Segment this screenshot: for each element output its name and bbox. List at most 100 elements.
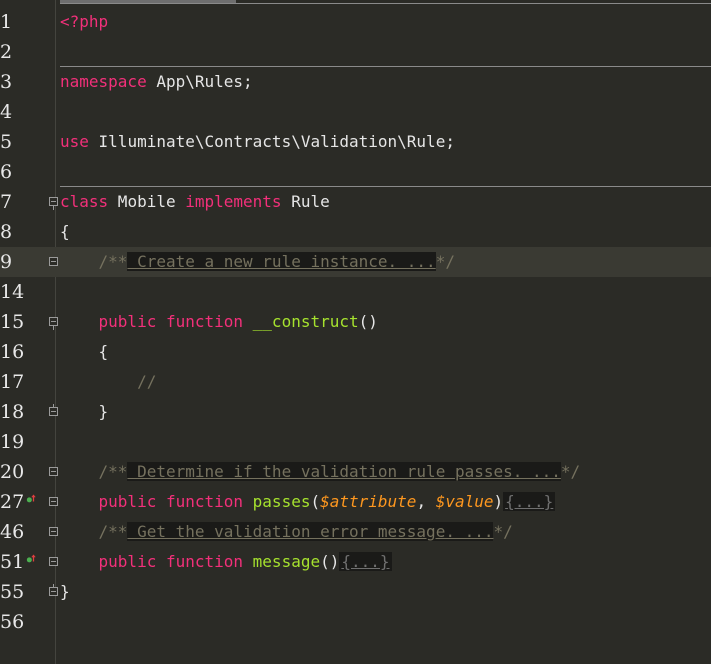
code-line[interactable]: 15 public function __construct()	[0, 307, 711, 337]
code-token: passes	[243, 492, 311, 511]
folded-docblock[interactable]: Create a new rule instance. ...	[127, 252, 436, 271]
code-token: public	[60, 312, 157, 331]
line-number: 8	[0, 221, 13, 243]
code-text[interactable]: }	[60, 397, 109, 427]
folded-region[interactable]: {...}	[339, 552, 392, 571]
code-token: public	[60, 552, 157, 571]
line-number: 56	[0, 611, 25, 633]
code-token: /**	[60, 522, 128, 541]
code-line[interactable]: 18 }	[0, 397, 711, 427]
code-line[interactable]: 8{	[0, 217, 711, 247]
code-line[interactable]: 19	[0, 427, 711, 457]
code-text[interactable]: //	[60, 367, 156, 397]
line-number: 17	[0, 371, 25, 393]
line-number: 7	[0, 191, 13, 213]
code-line[interactable]: 7 class Mobile implements Rule	[0, 187, 711, 217]
line-number: 3	[0, 71, 13, 93]
code-line[interactable]: 1 <?php	[0, 7, 711, 37]
code-token: }	[60, 582, 70, 601]
code-line[interactable]: 56	[0, 607, 711, 637]
folded-region[interactable]: {...}	[503, 492, 556, 511]
code-text[interactable]: public function passes($attribute, $valu…	[60, 487, 556, 517]
code-line[interactable]: 16 {	[0, 337, 711, 367]
code-token: implements	[185, 192, 282, 211]
code-line[interactable]: 51 public function message() {...}	[0, 547, 711, 577]
code-line[interactable]: 4	[0, 97, 711, 127]
code-token: )	[493, 492, 504, 511]
code-token: //	[60, 372, 157, 391]
fold-toggle-icon[interactable]	[49, 557, 58, 566]
code-line[interactable]: 17 //	[0, 367, 711, 397]
code-token: ()	[358, 312, 378, 331]
line-number: 2	[0, 41, 13, 63]
code-text[interactable]: namespace App\Rules;	[60, 67, 253, 97]
code-line[interactable]: 27 public function passes($attribute, $v…	[0, 487, 711, 517]
code-line[interactable]: 55}	[0, 577, 711, 607]
code-line[interactable]: 46 /** Get the validation error message.…	[0, 517, 711, 547]
fold-toggle-icon[interactable]	[49, 257, 58, 266]
line-number: 1	[0, 11, 13, 33]
fold-toggle-icon[interactable]	[49, 584, 58, 596]
code-text[interactable]: /** Determine if the validation rule pas…	[60, 457, 580, 487]
line-number: 46	[0, 521, 25, 543]
code-token: }	[60, 402, 109, 421]
code-token: Rule	[281, 192, 330, 211]
code-token: function	[165, 492, 244, 511]
fold-toggle-icon[interactable]	[49, 317, 58, 330]
code-token: /**	[60, 462, 128, 481]
code-token: Mobile	[108, 192, 186, 211]
fold-toggle-icon[interactable]	[49, 197, 58, 210]
code-token: class	[60, 192, 109, 211]
fold-toggle-icon[interactable]	[49, 497, 58, 506]
line-number: 9	[0, 251, 13, 273]
code-token: (	[310, 492, 321, 511]
line-number: 55	[0, 581, 25, 603]
line-number: 14	[0, 281, 25, 303]
code-line[interactable]: 6	[0, 157, 711, 187]
folded-docblock[interactable]: Get the validation error message. ...	[127, 522, 494, 541]
code-text[interactable]: }	[60, 577, 70, 607]
code-editor[interactable]: 1 <?php 2 3 namespace App\Rules; 4 5 use Illumi…	[0, 0, 711, 664]
code-text[interactable]: public function message() {...}	[60, 547, 392, 577]
code-line[interactable]: 14	[0, 277, 711, 307]
code-token: $attribute	[320, 492, 417, 511]
code-text[interactable]: /** Get the validation error message. ..…	[60, 517, 513, 547]
code-token: {	[60, 222, 70, 241]
code-line[interactable]: 3 namespace App\Rules;	[0, 67, 711, 97]
fold-toggle-icon[interactable]	[49, 404, 58, 416]
code-text[interactable]: <?php	[60, 7, 108, 37]
implements-method-icon[interactable]	[26, 554, 36, 564]
line-number: 20	[0, 461, 25, 483]
code-token: __construct	[243, 312, 359, 331]
fold-toggle-icon[interactable]	[49, 527, 58, 536]
code-line[interactable]: 20 /** Determine if the validation rule …	[0, 457, 711, 487]
code-text[interactable]: {	[60, 337, 109, 367]
code-text[interactable]: public function __construct()	[60, 307, 378, 337]
line-number: 4	[0, 101, 13, 123]
code-token: App\Rules;	[146, 72, 253, 91]
line-number: 6	[0, 161, 13, 183]
code-token: {	[60, 342, 109, 361]
code-token: Illuminate\Contracts\Validation\Rule;	[88, 132, 455, 151]
code-text[interactable]: /** Create a new rule instance. ...*/	[60, 247, 455, 277]
code-token: function	[165, 552, 244, 571]
folded-docblock[interactable]: Determine if the validation rule passes.…	[127, 462, 561, 481]
code-token: $value	[435, 492, 494, 511]
code-line[interactable]: 9 /** Create a new rule instance. ...*/	[0, 247, 711, 277]
code-line[interactable]: 2	[0, 37, 711, 67]
line-number: 5	[0, 131, 13, 153]
fold-toggle-icon[interactable]	[49, 467, 58, 476]
code-text[interactable]: class Mobile implements Rule	[60, 187, 330, 217]
code-token: /**	[60, 252, 128, 271]
code-text[interactable]: use Illuminate\Contracts\Validation\Rule…	[60, 127, 455, 157]
code-text[interactable]: {	[60, 217, 70, 247]
implements-method-icon[interactable]	[26, 494, 36, 504]
code-token: */	[560, 462, 581, 481]
line-number: 16	[0, 341, 25, 363]
code-line[interactable]: 5 use Illuminate\Contracts\Validation\Rul…	[0, 127, 711, 157]
line-number: 18	[0, 401, 25, 423]
code-token: public	[60, 492, 157, 511]
